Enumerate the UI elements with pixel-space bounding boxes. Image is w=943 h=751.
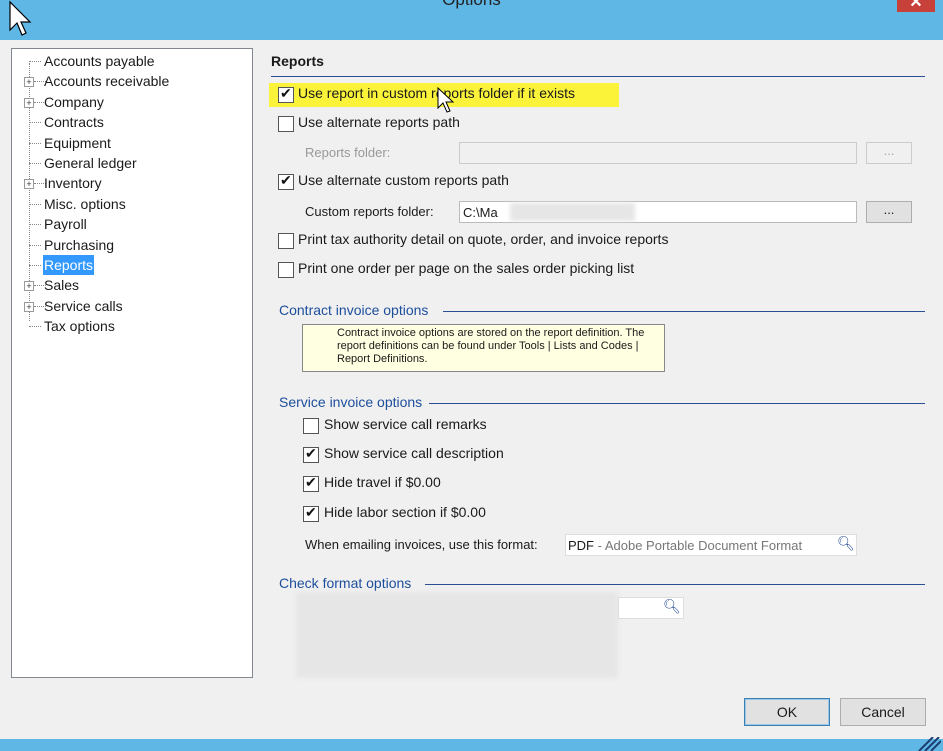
group-divider: [425, 584, 925, 585]
section-divider: [271, 76, 925, 77]
window-title: Options: [0, 0, 943, 10]
tree-item-label[interactable]: Inventory: [43, 173, 103, 193]
title-bar: Options ✕: [0, 0, 943, 40]
redacted-region: [296, 592, 618, 678]
use-alt-custom-path-checkbox[interactable]: [278, 172, 294, 190]
search-icon[interactable]: 🔍︎: [837, 535, 855, 552]
contract-invoice-note: Contract invoice options are stored on t…: [302, 324, 665, 372]
print-tax-label[interactable]: Print tax authority detail on quote, ord…: [298, 231, 668, 247]
use-alt-custom-path-label[interactable]: Use alternate custom reports path: [298, 172, 509, 188]
custom-reports-folder-browse-button[interactable]: ...: [866, 201, 912, 223]
mouse-pointer-icon: [9, 0, 32, 36]
hide-labor-label[interactable]: Hide labor section if $0.00: [324, 504, 486, 520]
tree-connector: [29, 142, 41, 144]
ok-button[interactable]: OK: [744, 698, 830, 726]
tree-item-label[interactable]: Tax options: [43, 316, 116, 336]
tree-connector: [29, 224, 41, 226]
tree-item-label[interactable]: Contracts: [43, 112, 105, 132]
show-remarks-checkbox[interactable]: [303, 418, 319, 434]
tree-item-label[interactable]: Equipment: [43, 133, 112, 153]
tree-item-label[interactable]: Payroll: [43, 214, 88, 234]
tree-connector: [29, 244, 41, 246]
expand-icon[interactable]: +: [24, 179, 34, 190]
resize-grip-icon[interactable]: [911, 737, 941, 751]
use-alt-path-checkbox[interactable]: [278, 116, 294, 132]
reports-folder-browse-button[interactable]: ...: [866, 142, 912, 164]
email-format-code: PDF: [568, 538, 594, 553]
email-format-label: When emailing invoices, use this format:: [305, 537, 538, 552]
use-custom-folder-checkbox[interactable]: [278, 85, 294, 103]
close-button[interactable]: ✕: [897, 0, 935, 12]
tree-item-label[interactable]: Sales: [43, 275, 80, 295]
window-border: [0, 739, 943, 751]
tree-connector: [29, 326, 41, 328]
mouse-pointer-icon: [437, 86, 455, 113]
tree-item-label[interactable]: General ledger: [43, 153, 138, 173]
use-alt-path-label[interactable]: Use alternate reports path: [298, 114, 460, 130]
tree-connector: [29, 61, 41, 62]
contract-invoice-group-title: Contract invoice options: [279, 302, 429, 318]
tree-item-label[interactable]: Accounts payable: [43, 51, 156, 71]
tree-item-label[interactable]: Company: [43, 92, 105, 112]
tree-connector: [29, 122, 41, 124]
redacted-region: [510, 203, 635, 221]
show-description-label[interactable]: Show service call description: [324, 445, 504, 461]
search-icon[interactable]: 🔍︎: [663, 598, 681, 615]
tree-connector: [29, 203, 41, 205]
reports-folder-input[interactable]: [459, 142, 857, 164]
tree-connector: [29, 163, 41, 164]
expand-icon[interactable]: +: [24, 301, 34, 312]
expand-icon[interactable]: +: [24, 77, 34, 88]
hide-travel-checkbox[interactable]: [303, 474, 319, 492]
show-remarks-label[interactable]: Show service call remarks: [324, 416, 487, 432]
tree-item-label[interactable]: Service calls: [43, 296, 124, 316]
check-format-group-title: Check format options: [279, 575, 412, 591]
hide-labor-checkbox[interactable]: [303, 504, 319, 522]
tree-connector: [29, 265, 41, 266]
email-format-description: - Adobe Portable Document Format: [594, 538, 803, 553]
custom-reports-folder-label: Custom reports folder:: [305, 204, 434, 219]
cancel-button[interactable]: Cancel: [840, 698, 926, 726]
reports-folder-label: Reports folder:: [305, 145, 391, 160]
print-one-order-label[interactable]: Print one order per page on the sales or…: [298, 260, 634, 276]
options-tree[interactable]: Accounts payable + Accounts receivable + Com…: [11, 48, 253, 678]
expand-icon[interactable]: +: [24, 281, 34, 292]
print-tax-checkbox[interactable]: [278, 233, 294, 249]
show-description-checkbox[interactable]: [303, 445, 319, 463]
hide-travel-label[interactable]: Hide travel if $0.00: [324, 474, 441, 490]
group-divider: [429, 403, 925, 404]
tree-item-label[interactable]: Accounts receivable: [43, 71, 170, 91]
service-invoice-group-title: Service invoice options: [279, 394, 423, 410]
expand-icon[interactable]: +: [24, 97, 34, 108]
tree-item-label[interactable]: Misc. options: [43, 194, 127, 214]
email-format-lookup[interactable]: PDF - Adobe Portable Document Format: [565, 534, 857, 556]
print-one-order-checkbox[interactable]: [278, 262, 294, 278]
tree-item-label[interactable]: Reports: [43, 255, 95, 275]
group-divider: [443, 311, 925, 312]
section-title: Reports: [271, 53, 324, 69]
tree-item-label[interactable]: Purchasing: [43, 235, 115, 255]
